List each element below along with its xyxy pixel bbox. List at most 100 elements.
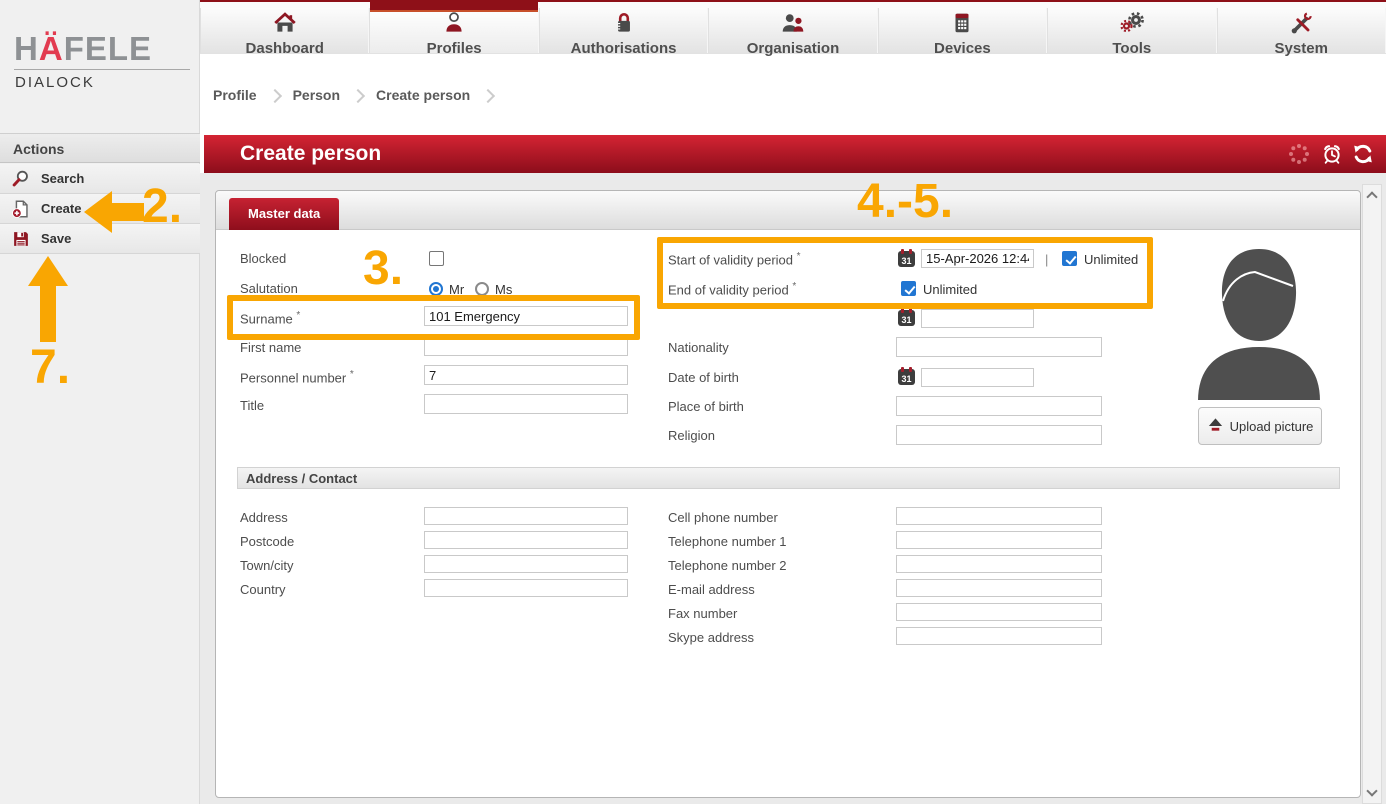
blocked-label: Blocked — [240, 251, 286, 266]
town-city-input[interactable] — [424, 555, 628, 573]
nav-tab-organisation[interactable]: Organisation — [708, 8, 877, 53]
hafele-logo: HÄFELE — [14, 30, 152, 68]
town-city-label: Town/city — [240, 558, 293, 573]
calendar-day: 31 — [901, 374, 911, 384]
calendar-icon[interactable]: 31 — [898, 310, 915, 326]
action-create-label: Create — [41, 201, 81, 216]
personnel-number-input[interactable] — [424, 365, 628, 385]
calendar-icon[interactable]: 31 — [898, 369, 915, 385]
nav-label: Organisation — [709, 40, 876, 57]
skype-input[interactable] — [896, 627, 1102, 645]
date-of-birth-input[interactable] — [921, 368, 1034, 387]
annotation-arrow-up-tail — [40, 284, 56, 342]
telephone-1-label: Telephone number 1 — [668, 534, 787, 549]
annotation-step-2: 2. — [142, 183, 182, 231]
alarm-clock-icon[interactable] — [1320, 142, 1344, 166]
salutation-mr-radio[interactable] — [429, 282, 443, 296]
nav-label: Tools — [1048, 40, 1215, 57]
address-label: Address — [240, 510, 288, 525]
postcode-label: Postcode — [240, 534, 294, 549]
vertical-scrollbar[interactable] — [1362, 184, 1382, 804]
save-icon — [10, 228, 32, 250]
nav-tab-tools[interactable]: Tools — [1047, 8, 1216, 53]
annotation-arrow-left-head — [84, 191, 112, 233]
annotation-step-7: 7. — [30, 344, 70, 392]
religion-input[interactable] — [896, 425, 1102, 445]
nationality-label: Nationality — [668, 340, 729, 355]
create-document-icon — [10, 198, 32, 220]
nav-tab-profiles[interactable]: Profiles — [369, 8, 538, 53]
dialock-wordmark: DIALOCK — [15, 74, 95, 91]
tools-cross-icon — [1288, 10, 1314, 36]
chevron-right-icon — [481, 88, 495, 102]
action-search-label: Search — [41, 171, 84, 186]
cell-phone-label: Cell phone number — [668, 510, 778, 525]
logo-text-rest: FELE — [64, 30, 152, 67]
dialock-app: HÄFELE DIALOCK Actions Search Create Sav… — [0, 0, 1386, 804]
annotation-step-3: 3. — [363, 245, 403, 293]
gears-icon — [1119, 10, 1145, 36]
address-input[interactable] — [424, 507, 628, 525]
postcode-input[interactable] — [424, 531, 628, 549]
country-label: Country — [240, 582, 286, 597]
logo-divider — [14, 69, 190, 70]
action-save-label: Save — [41, 231, 71, 246]
chevron-right-icon — [351, 88, 365, 102]
person-icon — [441, 10, 467, 36]
calendar-day: 31 — [901, 315, 911, 325]
nav-label: Profiles — [370, 40, 537, 57]
person-avatar — [1193, 243, 1325, 406]
required-marker: * — [350, 369, 354, 380]
email-input[interactable] — [896, 579, 1102, 597]
tab-master-data[interactable]: Master data — [229, 198, 339, 230]
chevron-right-icon — [268, 88, 282, 102]
salutation-ms-radio[interactable] — [475, 282, 489, 296]
breadcrumb-create-person[interactable]: Create person — [376, 87, 470, 103]
refresh-icon[interactable] — [1351, 142, 1375, 166]
nav-tab-system[interactable]: System — [1217, 8, 1386, 53]
blocked-checkbox[interactable] — [429, 251, 444, 266]
skype-label: Skype address — [668, 630, 754, 645]
lock-icon — [611, 10, 637, 36]
telephone-2-input[interactable] — [896, 555, 1102, 573]
home-icon — [272, 10, 298, 36]
people-icon — [780, 10, 806, 36]
search-icon — [10, 168, 32, 190]
nationality-input[interactable] — [896, 337, 1102, 357]
scroll-up-icon[interactable] — [1366, 191, 1377, 202]
logo-umlaut: Ä — [39, 30, 64, 67]
scroll-down-icon[interactable] — [1366, 785, 1377, 796]
nav-tab-authorisations[interactable]: Authorisations — [539, 8, 708, 53]
end-validity-date-input[interactable] — [921, 309, 1034, 328]
country-input[interactable] — [424, 579, 628, 597]
nav-label: Authorisations — [540, 40, 707, 57]
date-of-birth-label: Date of birth — [668, 370, 739, 385]
annotation-arrow-left-tail — [111, 203, 144, 221]
salutation-label: Salutation — [240, 281, 298, 296]
personnel-number-label: Personnel number * — [240, 369, 354, 385]
nav-tab-devices[interactable]: Devices — [878, 8, 1047, 53]
logo-text: H — [14, 30, 39, 67]
address-contact-section-title: Address / Contact — [237, 467, 1340, 489]
nav-tab-dashboard[interactable]: Dashboard — [200, 8, 369, 53]
annotation-box-surname — [227, 295, 640, 340]
fax-input[interactable] — [896, 603, 1102, 621]
tab-strip: Master data — [216, 191, 1360, 230]
religion-label: Religion — [668, 428, 715, 443]
upload-icon — [1207, 417, 1224, 436]
place-of-birth-label: Place of birth — [668, 399, 744, 414]
breadcrumb-profile[interactable]: Profile — [213, 87, 257, 103]
annotation-box-validity — [657, 237, 1153, 309]
first-name-label: First name — [240, 340, 301, 355]
title-input[interactable] — [424, 394, 628, 414]
cell-phone-input[interactable] — [896, 507, 1102, 525]
email-label: E-mail address — [668, 582, 755, 597]
annotation-step-4-5: 4.-5. — [857, 178, 953, 226]
telephone-1-input[interactable] — [896, 531, 1102, 549]
spinner-icon — [1287, 142, 1311, 166]
breadcrumb-person[interactable]: Person — [293, 87, 340, 103]
upload-picture-button[interactable]: Upload picture — [1198, 407, 1322, 445]
place-of-birth-input[interactable] — [896, 396, 1102, 416]
sidebar: HÄFELE DIALOCK Actions Search Create Sav… — [0, 0, 200, 804]
nav-label: Devices — [879, 40, 1046, 57]
